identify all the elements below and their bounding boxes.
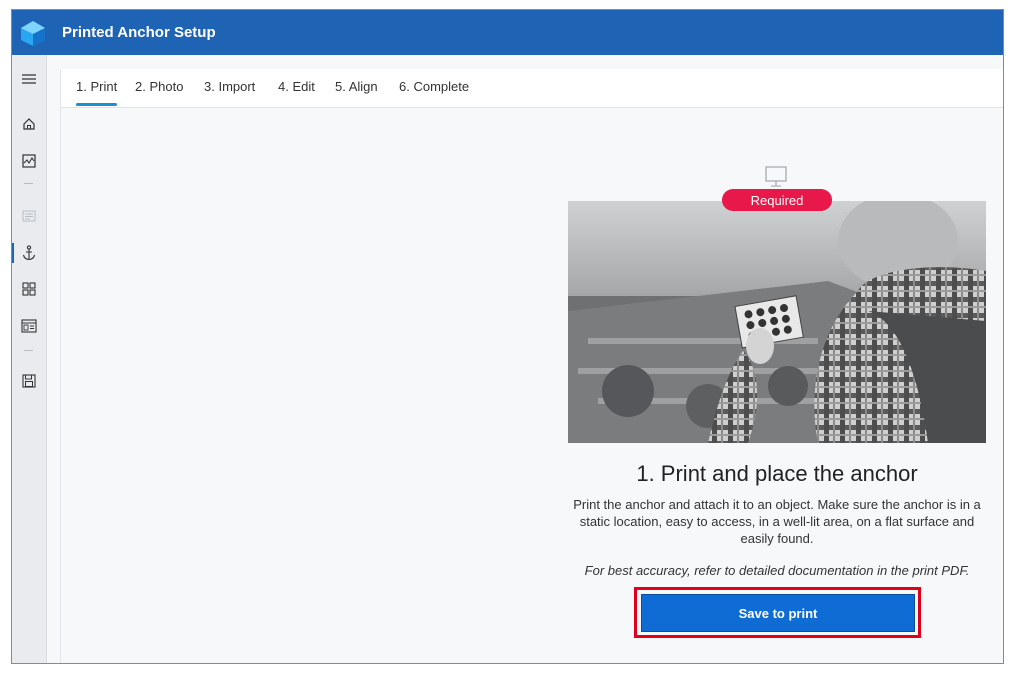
tab-print[interactable]: 1. Print — [76, 79, 118, 106]
document-icon[interactable] — [12, 203, 46, 229]
step-tabs: 1. Print 2. Photo 3. Import 4. Edit 5. A… — [61, 69, 1003, 108]
app-window: Printed Anchor Setup 1. Print 2. Photo 3… — [11, 9, 1004, 664]
tab-complete[interactable]: 6. Complete — [399, 79, 469, 94]
anchor-icon[interactable] — [12, 240, 46, 266]
app-logo-icon — [21, 20, 45, 46]
tab-edit[interactable]: 4. Edit — [278, 79, 315, 94]
tab-import[interactable]: 3. Import — [204, 79, 255, 94]
tab-align[interactable]: 5. Align — [335, 79, 378, 94]
save-to-print-button[interactable]: Save to print — [641, 594, 915, 632]
activity-icon[interactable] — [12, 148, 46, 174]
title-bar: Printed Anchor Setup — [12, 10, 1003, 55]
sidebar — [12, 55, 47, 663]
grid-icon[interactable] — [12, 276, 46, 302]
step-heading: 1. Print and place the anchor — [636, 461, 918, 486]
accuracy-note: For best accuracy, refer to detailed doc… — [584, 563, 970, 578]
layout-icon[interactable] — [12, 313, 46, 339]
tab-photo[interactable]: 2. Photo — [135, 79, 183, 94]
step-description: Print the anchor and attach it to an obj… — [573, 497, 981, 546]
save-icon[interactable] — [12, 368, 46, 394]
home-icon[interactable] — [12, 111, 46, 137]
hero-illustration — [568, 201, 986, 443]
required-badge: Required — [722, 189, 832, 211]
sidebar-separator — [24, 183, 33, 184]
sidebar-separator — [24, 350, 33, 351]
menu-icon[interactable] — [12, 66, 46, 92]
app-title: Printed Anchor Setup — [62, 24, 216, 41]
main-content: 1. Print 2. Photo 3. Import 4. Edit 5. A… — [60, 69, 1003, 663]
monitor-icon — [765, 166, 787, 187]
